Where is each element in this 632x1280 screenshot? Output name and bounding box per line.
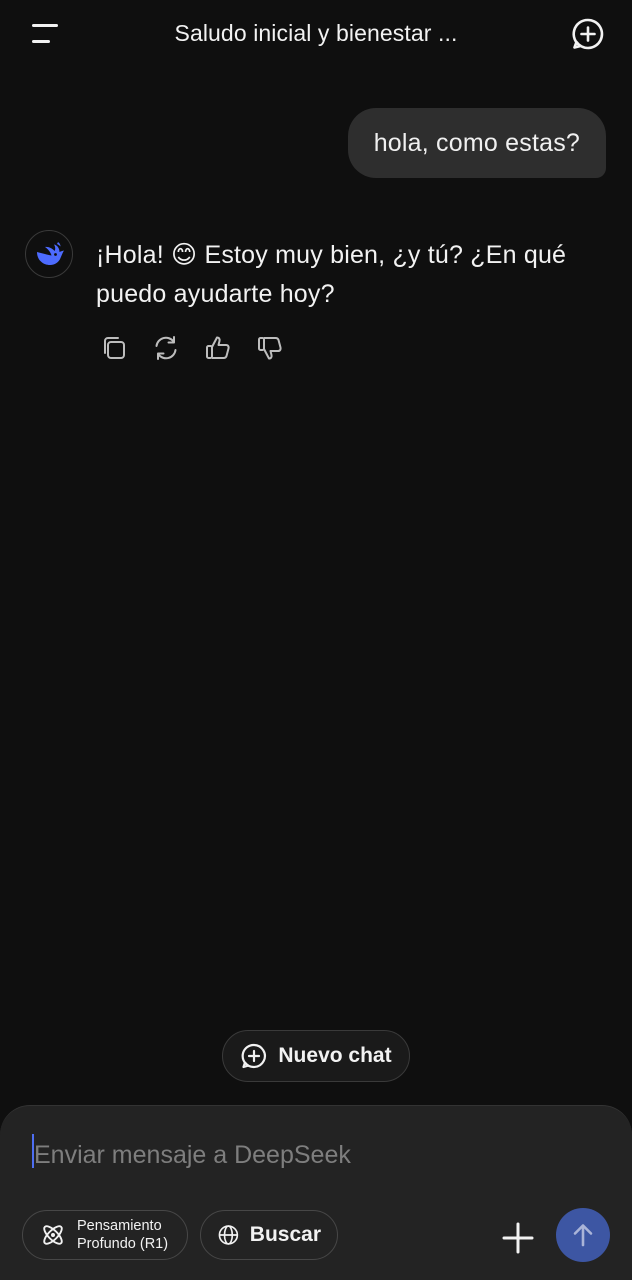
- message-actions: [96, 330, 288, 366]
- menu-icon-line: [32, 24, 58, 27]
- search-label: Buscar: [249, 1223, 321, 1246]
- top-bar: Saludo inicial y bienestar ...: [0, 0, 632, 70]
- copy-button[interactable]: [96, 330, 132, 366]
- user-message-bubble[interactable]: hola, como estas?: [347, 108, 606, 178]
- deep-think-toggle[interactable]: Pensamiento Profundo (R1): [22, 1210, 188, 1260]
- user-message-text: hola, como estas?: [373, 128, 580, 157]
- atom-icon: [43, 1225, 63, 1245]
- new-chat-label: Nuevo chat: [278, 1044, 392, 1067]
- regenerate-icon: [155, 336, 177, 360]
- plus-circle-icon: [572, 18, 604, 50]
- message-input[interactable]: [32, 1134, 596, 1176]
- thumbs-down-icon: [258, 337, 282, 360]
- menu-button[interactable]: [24, 16, 68, 52]
- text-cursor: [32, 1134, 34, 1168]
- search-toggle[interactable]: Buscar: [200, 1210, 338, 1260]
- globe-icon: [218, 1225, 239, 1245]
- copy-icon: [104, 337, 125, 359]
- arrow-up-icon: [573, 1224, 593, 1247]
- new-chat-button[interactable]: Nuevo chat: [222, 1030, 410, 1082]
- attach-button[interactable]: [498, 1218, 538, 1258]
- message-composer: Pensamiento Profundo (R1) Buscar: [0, 1105, 632, 1280]
- regenerate-button[interactable]: [148, 330, 184, 366]
- thumbs-up-icon: [206, 336, 230, 359]
- deep-think-label: Pensamiento Profundo (R1): [77, 1218, 169, 1252]
- plus-icon: [502, 1222, 534, 1254]
- assistant-message-text: ¡Hola! 😊 Estoy muy bien, ¿y tú? ¿En qué …: [96, 241, 567, 308]
- thumbs-down-button[interactable]: [252, 330, 288, 366]
- assistant-avatar: [25, 230, 73, 278]
- chat-title[interactable]: Saludo inicial y bienestar ...: [110, 20, 522, 47]
- plus-circle-icon: [241, 1043, 267, 1069]
- menu-icon-line: [32, 40, 50, 43]
- send-button[interactable]: [556, 1208, 610, 1262]
- deepseek-whale-icon: [37, 242, 64, 265]
- new-chat-icon-button[interactable]: [570, 16, 606, 52]
- thumbs-up-button[interactable]: [200, 330, 236, 366]
